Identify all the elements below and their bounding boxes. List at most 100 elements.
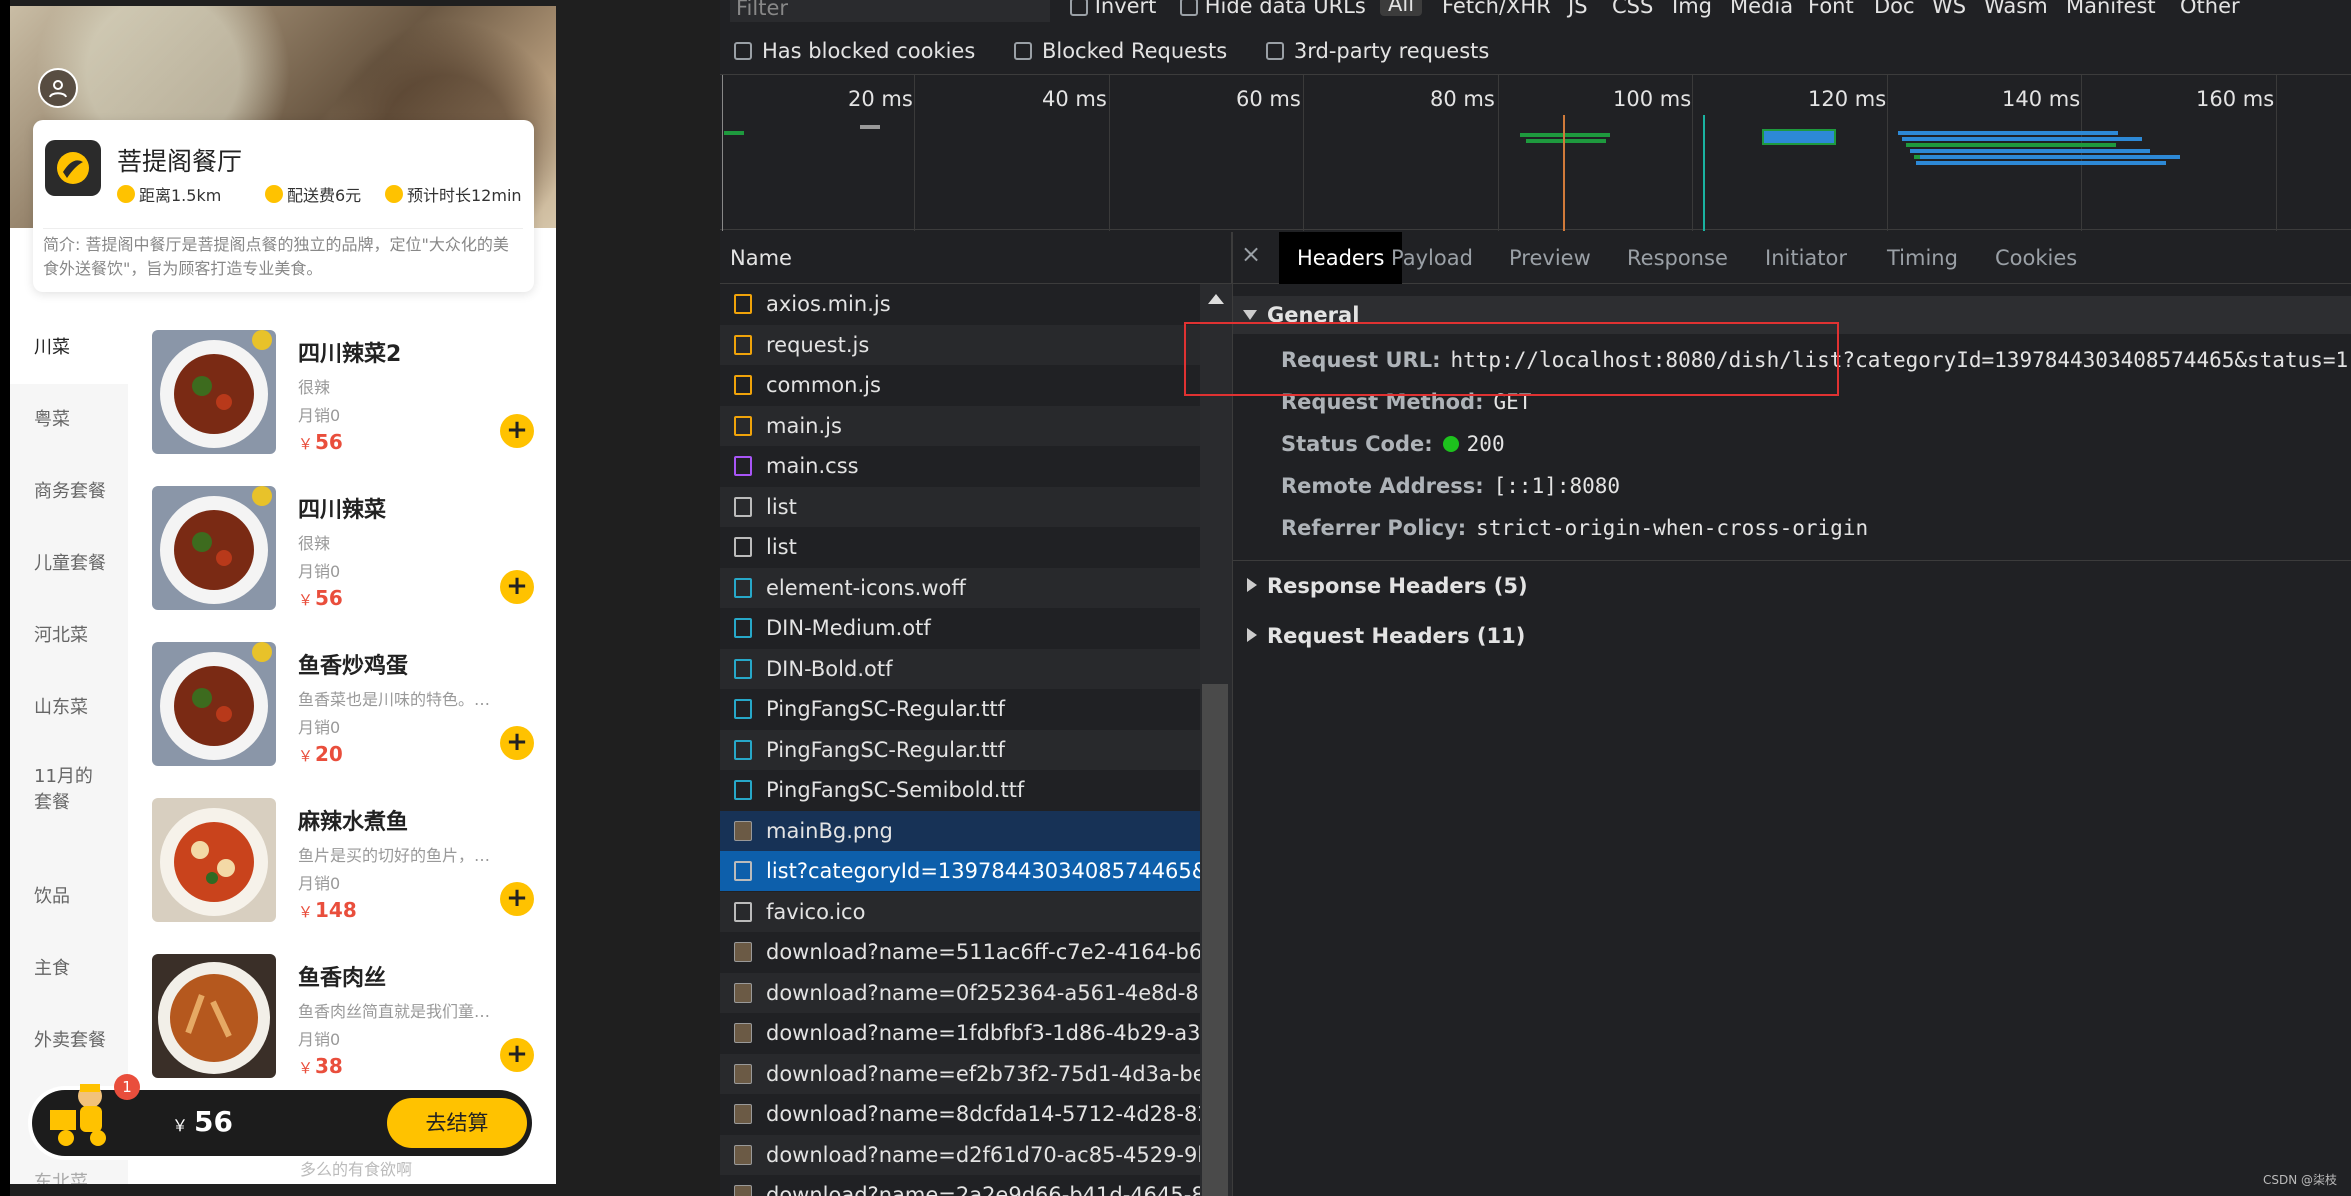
add-dish-button[interactable]: + <box>500 882 534 916</box>
request-row[interactable]: download?name=8dcfda14-5712-4d28-82 <box>720 1094 1200 1134</box>
request-row[interactable]: main.js <box>720 406 1200 446</box>
name-column-header[interactable]: Name <box>720 232 1232 284</box>
request-row[interactable]: download?name=2a2e9d66-b41d-4645-8 <box>720 1175 1200 1196</box>
category-item[interactable]: 东北菜 <box>34 1168 88 1184</box>
tab-timing[interactable]: Timing <box>1869 232 1976 284</box>
dish-sales: 月销0 <box>298 874 341 893</box>
request-name: main.js <box>766 414 842 438</box>
request-name: main.css <box>766 454 859 478</box>
filter-type-js[interactable]: JS <box>1568 0 1588 18</box>
invert-checkbox[interactable]: Invert <box>1070 0 1156 18</box>
filter-type-font[interactable]: Font <box>1808 0 1854 18</box>
filter-type-css[interactable]: CSS <box>1612 0 1653 18</box>
filter-type-other[interactable]: Other <box>2180 0 2240 18</box>
img-file-icon <box>734 942 752 962</box>
img-file-icon <box>734 983 752 1003</box>
request-row[interactable]: list?categoryId=1397844303408574465&s <box>720 851 1200 891</box>
request-row[interactable]: download?name=0f252364-a561-4e8d-80 <box>720 973 1200 1013</box>
tab-initiator[interactable]: Initiator <box>1747 232 1865 284</box>
request-row[interactable]: mainBg.png <box>720 811 1200 851</box>
filter-type-ws[interactable]: WS <box>1932 0 1966 18</box>
request-headers-section[interactable]: Request Headers (11) <box>1247 624 1525 648</box>
hide-data-urls-checkbox[interactable]: Hide data URLs <box>1180 0 1366 18</box>
request-list-scrollbar[interactable] <box>1200 284 1232 1196</box>
dish-card[interactable]: 四川辣菜 很辣 月销0 ￥ 56 + <box>152 486 542 616</box>
tab-response[interactable]: Response <box>1609 232 1746 284</box>
tab-payload[interactable]: Payload <box>1373 232 1491 284</box>
category-item[interactable]: 主食 <box>10 942 128 1014</box>
category-item[interactable]: 儿童套餐 <box>10 528 128 600</box>
scroll-thumb[interactable] <box>1202 684 1228 1196</box>
request-name: DIN-Bold.otf <box>766 657 893 681</box>
img-file-icon <box>734 1104 752 1124</box>
request-row[interactable]: download?name=d2f61d70-ac85-4529-9b <box>720 1135 1200 1175</box>
close-icon[interactable]: × <box>1241 240 1261 268</box>
timeline-overview[interactable]: 20 ms 40 ms 60 ms 80 ms 100 ms 120 ms 14… <box>720 74 2351 231</box>
filter-type-manifest[interactable]: Manifest <box>2066 0 2156 18</box>
checkbox-icon <box>1070 0 1088 16</box>
request-name: download?name=1fdbfbf3-1d86-4b29-a3f <box>766 1021 1200 1045</box>
dish-card[interactable]: 鱼香炒鸡蛋 鱼香菜也是川味的特色。… 月销0 ￥ 20 + <box>152 642 542 772</box>
add-dish-button[interactable]: + <box>500 570 534 604</box>
request-row[interactable]: DIN-Bold.otf <box>720 649 1200 689</box>
request-row[interactable]: axios.min.js <box>720 284 1200 324</box>
status-code-row: Status Code: 200 <box>1281 432 1505 456</box>
request-row[interactable]: favico.ico <box>720 892 1200 932</box>
request-name: PingFangSC-Regular.ttf <box>766 738 1006 762</box>
request-row[interactable]: PingFangSC-Regular.ttf <box>720 730 1200 770</box>
distance-info: 距离1.5km <box>117 182 221 206</box>
add-dish-button[interactable]: + <box>500 726 534 760</box>
category-item[interactable]: 川菜 <box>10 312 128 384</box>
request-row[interactable]: download?name=1fdbfbf3-1d86-4b29-a3f <box>720 1013 1200 1053</box>
delivery-rider-icon[interactable] <box>46 1066 116 1152</box>
money-bag-icon <box>265 185 283 203</box>
blocked-requests-checkbox[interactable] <box>1013 42 1032 60</box>
request-row[interactable]: request.js <box>720 325 1200 365</box>
request-name: list <box>766 495 797 519</box>
request-row[interactable]: DIN-Medium.otf <box>720 608 1200 648</box>
filter-type-wasm[interactable]: Wasm <box>1984 0 2048 18</box>
request-row[interactable]: PingFangSC-Semibold.ttf <box>720 770 1200 810</box>
collapse-triangle-icon <box>1247 628 1257 642</box>
dish-card[interactable]: 麻辣水煮鱼 鱼片是买的切好的鱼片，… 月销0 ￥ 148 + <box>152 798 542 928</box>
checkout-button[interactable]: 去结算 <box>387 1098 527 1148</box>
request-row[interactable]: element-icons.woff <box>720 568 1200 608</box>
request-row[interactable]: list <box>720 527 1200 567</box>
request-name: download?name=0f252364-a561-4e8d-80 <box>766 981 1200 1005</box>
tab-preview[interactable]: Preview <box>1491 232 1609 284</box>
filter-input[interactable]: Filter <box>730 0 1050 22</box>
category-item[interactable]: 饮品 <box>10 870 128 942</box>
left-margin <box>0 0 10 1196</box>
category-item[interactable]: 商务套餐 <box>10 456 128 528</box>
filter-all-button[interactable]: All <box>1380 0 1423 16</box>
filter-type-fetch[interactable]: Fetch/XHR <box>1442 0 1551 18</box>
request-row[interactable]: common.js <box>720 365 1200 405</box>
tab-cookies[interactable]: Cookies <box>1977 232 2095 284</box>
scroll-up-arrow-icon[interactable] <box>1208 294 1224 304</box>
request-name: download?name=d2f61d70-ac85-4529-9b <box>766 1143 1200 1167</box>
dish-price: ￥ 148 <box>298 898 357 922</box>
request-row[interactable]: list <box>720 487 1200 527</box>
dish-card[interactable]: 四川辣菜2 很辣 月销0 ￥ 56 + <box>152 330 542 460</box>
category-item[interactable]: 粤菜 <box>10 384 128 456</box>
third-party-checkbox[interactable] <box>1265 42 1284 60</box>
add-dish-button[interactable]: + <box>500 1038 534 1072</box>
request-name: download?name=511ac6ff-c7e2-4164-b6. <box>766 940 1200 964</box>
user-icon[interactable] <box>38 68 78 108</box>
filter-type-media[interactable]: Media <box>1730 0 1793 18</box>
request-row[interactable]: main.css <box>720 446 1200 486</box>
dish-desc: 多么的有食欲啊 <box>300 1160 413 1179</box>
has-blocked-cookies-checkbox[interactable] <box>734 42 752 60</box>
timeline-tick: 140 ms <box>2002 87 2081 111</box>
filter-type-doc[interactable]: Doc <box>1874 0 1915 18</box>
response-headers-section[interactable]: Response Headers (5) <box>1247 574 1528 598</box>
request-row[interactable]: PingFangSC-Regular.ttf <box>720 689 1200 729</box>
category-item[interactable]: 11月的套餐 <box>10 744 106 844</box>
dish-card[interactable]: 鱼香肉丝 鱼香肉丝简直就是我们童… 月销0 ￥ 38 + <box>152 954 542 1084</box>
request-row[interactable]: download?name=511ac6ff-c7e2-4164-b6. <box>720 932 1200 972</box>
category-item[interactable]: 山东菜 <box>10 672 128 744</box>
filter-type-img[interactable]: Img <box>1672 0 1712 18</box>
add-dish-button[interactable]: + <box>500 414 534 448</box>
request-row[interactable]: download?name=ef2b73f2-75d1-4d3a-be <box>720 1054 1200 1094</box>
category-item[interactable]: 河北菜 <box>10 600 128 672</box>
